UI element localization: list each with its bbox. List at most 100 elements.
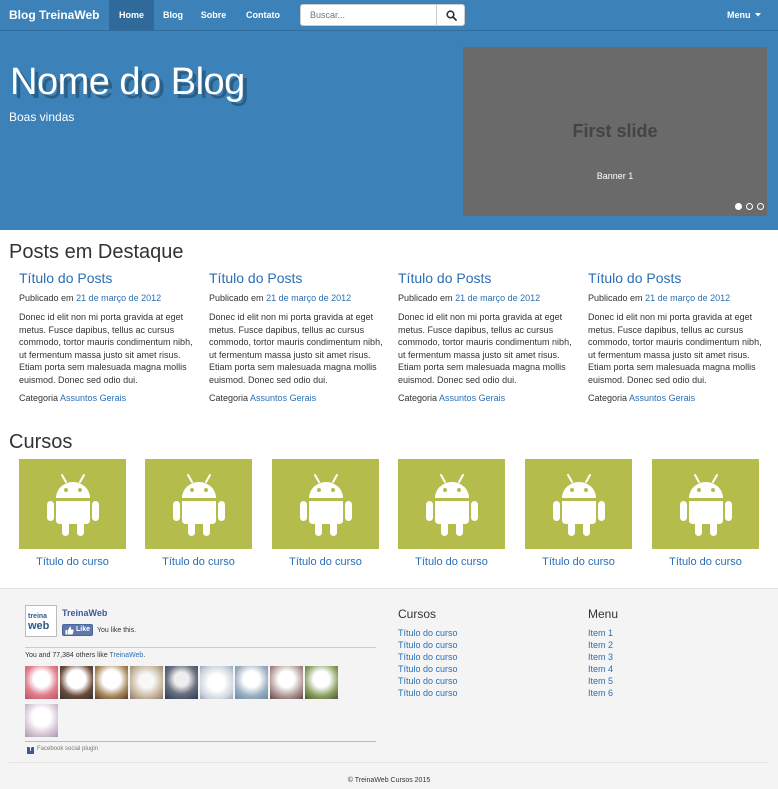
category-link[interactable]: Assuntos Gerais bbox=[439, 393, 505, 403]
post-category: Categoria Assuntos Gerais bbox=[19, 393, 194, 403]
course-card[interactable]: Título do curso bbox=[272, 459, 379, 568]
facebook-page-link[interactable]: TreinaWeb bbox=[62, 608, 107, 618]
android-icon bbox=[553, 474, 605, 536]
course-card[interactable]: Título do curso bbox=[145, 459, 252, 568]
course-thumbnail[interactable] bbox=[19, 459, 126, 549]
plugin-text: Facebook social plugin bbox=[37, 746, 99, 752]
course-card[interactable]: Título do curso bbox=[525, 459, 632, 568]
post-title-link[interactable]: Título do Posts bbox=[19, 270, 112, 286]
android-icon bbox=[300, 474, 352, 536]
nav-contato[interactable]: Contato bbox=[235, 0, 291, 31]
course-card[interactable]: Título do curso bbox=[652, 459, 759, 568]
course-card[interactable]: Título do curso bbox=[398, 459, 505, 568]
avatar[interactable] bbox=[305, 666, 338, 699]
footer-course-link[interactable]: Título do curso bbox=[398, 675, 458, 687]
avatar[interactable] bbox=[130, 666, 163, 699]
footer-course-link[interactable]: Título do curso bbox=[398, 687, 458, 699]
footer-course-link[interactable]: Título do curso bbox=[398, 651, 458, 663]
post-meta: Publicado em 21 de março de 2012 bbox=[398, 293, 573, 303]
footer-courses-column: Cursos Título do curso Título do curso T… bbox=[398, 607, 458, 699]
post-title-link[interactable]: Título do Posts bbox=[209, 270, 302, 286]
divider bbox=[25, 647, 376, 648]
course-title-link[interactable]: Título do curso bbox=[398, 556, 505, 568]
footer-menu-link[interactable]: Item 5 bbox=[588, 675, 618, 687]
nav-sobre[interactable]: Sobre bbox=[192, 0, 235, 31]
menu-dropdown[interactable]: Menu bbox=[727, 0, 762, 31]
footer-menu-heading: Menu bbox=[588, 607, 619, 621]
post-title-link[interactable]: Título do Posts bbox=[588, 270, 681, 286]
search-button[interactable] bbox=[436, 4, 465, 26]
course-title-link[interactable]: Título do curso bbox=[652, 556, 759, 568]
course-card[interactable]: Título do curso bbox=[19, 459, 126, 568]
course-title-link[interactable]: Título do curso bbox=[19, 556, 126, 568]
nav-home[interactable]: Home bbox=[109, 0, 154, 31]
footer-menu-link[interactable]: Item 2 bbox=[588, 639, 618, 651]
nav-blog[interactable]: Blog bbox=[154, 0, 192, 31]
post-card: Título do Posts Publicado em 21 de março… bbox=[209, 270, 384, 403]
footer-menu-link[interactable]: Item 1 bbox=[588, 627, 618, 639]
post-date-link[interactable]: 21 de março de 2012 bbox=[645, 293, 730, 303]
hero-jumbotron: Nome do Blog Boas vindas First slide Ban… bbox=[0, 31, 778, 230]
post-excerpt: Donec id elit non mi porta gravida at eg… bbox=[209, 312, 383, 385]
likes-page-link[interactable]: TreinaWeb bbox=[109, 652, 143, 659]
brand-link[interactable]: Blog TreinaWeb bbox=[9, 8, 99, 22]
course-thumbnail[interactable] bbox=[398, 459, 505, 549]
post-meta: Publicado em 21 de março de 2012 bbox=[209, 293, 384, 303]
footer-divider bbox=[9, 762, 769, 763]
post-card: Título do Posts Publicado em 21 de março… bbox=[398, 270, 573, 403]
footer-course-link[interactable]: Título do curso bbox=[398, 663, 458, 675]
avatar[interactable] bbox=[270, 666, 303, 699]
welcome-text: Boas vindas bbox=[9, 110, 75, 124]
category-link[interactable]: Assuntos Gerais bbox=[629, 393, 695, 403]
thumbs-up-icon bbox=[65, 626, 74, 635]
course-thumbnail[interactable] bbox=[145, 459, 252, 549]
course-title-link[interactable]: Título do curso bbox=[525, 556, 632, 568]
search-form bbox=[300, 4, 465, 26]
course-title-link[interactable]: Título do curso bbox=[272, 556, 379, 568]
search-input[interactable] bbox=[300, 4, 437, 26]
banner-carousel[interactable]: First slide Banner 1 bbox=[463, 47, 767, 216]
post-date-link[interactable]: 21 de março de 2012 bbox=[76, 293, 161, 303]
avatar[interactable] bbox=[25, 666, 58, 699]
avatar[interactable] bbox=[165, 666, 198, 699]
post-excerpt: Donec id elit non mi porta gravida at eg… bbox=[588, 312, 762, 385]
likes-count-text: You and 77,384 others like TreinaWeb. bbox=[25, 652, 145, 659]
course-thumbnail[interactable] bbox=[525, 459, 632, 549]
carousel-indicator-1[interactable] bbox=[735, 203, 742, 210]
carousel-indicator-3[interactable] bbox=[757, 203, 764, 210]
avatar[interactable] bbox=[200, 666, 233, 699]
treinaweb-logo[interactable]: treina web bbox=[25, 605, 57, 637]
published-prefix: Publicado em bbox=[588, 293, 643, 303]
footer-course-link[interactable]: Título do curso bbox=[398, 627, 458, 639]
post-category: Categoria Assuntos Gerais bbox=[398, 393, 573, 403]
avatar[interactable] bbox=[60, 666, 93, 699]
android-icon bbox=[680, 474, 732, 536]
footer-course-link[interactable]: Título do curso bbox=[398, 639, 458, 651]
avatar[interactable] bbox=[25, 704, 58, 737]
facebook-like-button[interactable]: Like bbox=[62, 624, 93, 636]
slide-caption: Banner 1 bbox=[596, 171, 634, 181]
carousel-indicator-2[interactable] bbox=[746, 203, 753, 210]
category-link[interactable]: Assuntos Gerais bbox=[60, 393, 126, 403]
published-prefix: Publicado em bbox=[19, 293, 74, 303]
footer-courses-heading: Cursos bbox=[398, 607, 437, 621]
course-thumbnail[interactable] bbox=[272, 459, 379, 549]
post-title-link[interactable]: Título do Posts bbox=[398, 270, 491, 286]
course-thumbnail[interactable] bbox=[652, 459, 759, 549]
footer-menu-link[interactable]: Item 3 bbox=[588, 651, 618, 663]
android-icon bbox=[47, 474, 99, 536]
avatar[interactable] bbox=[95, 666, 128, 699]
caret-down-icon bbox=[755, 13, 762, 17]
post-date-link[interactable]: 21 de março de 2012 bbox=[455, 293, 540, 303]
you-like-text: You like this. bbox=[97, 627, 137, 634]
footer-menu-column: Menu Item 1 Item 2 Item 3 Item 4 Item 5 … bbox=[588, 607, 618, 699]
post-excerpt: Donec id elit non mi porta gravida at eg… bbox=[398, 312, 572, 385]
category-link[interactable]: Assuntos Gerais bbox=[250, 393, 316, 403]
avatar[interactable] bbox=[235, 666, 268, 699]
post-date-link[interactable]: 21 de março de 2012 bbox=[266, 293, 351, 303]
category-prefix: Categoria bbox=[398, 393, 438, 403]
footer-menu-link[interactable]: Item 4 bbox=[588, 663, 618, 675]
divider bbox=[25, 741, 376, 742]
footer-menu-link[interactable]: Item 6 bbox=[588, 687, 618, 699]
course-title-link[interactable]: Título do curso bbox=[145, 556, 252, 568]
